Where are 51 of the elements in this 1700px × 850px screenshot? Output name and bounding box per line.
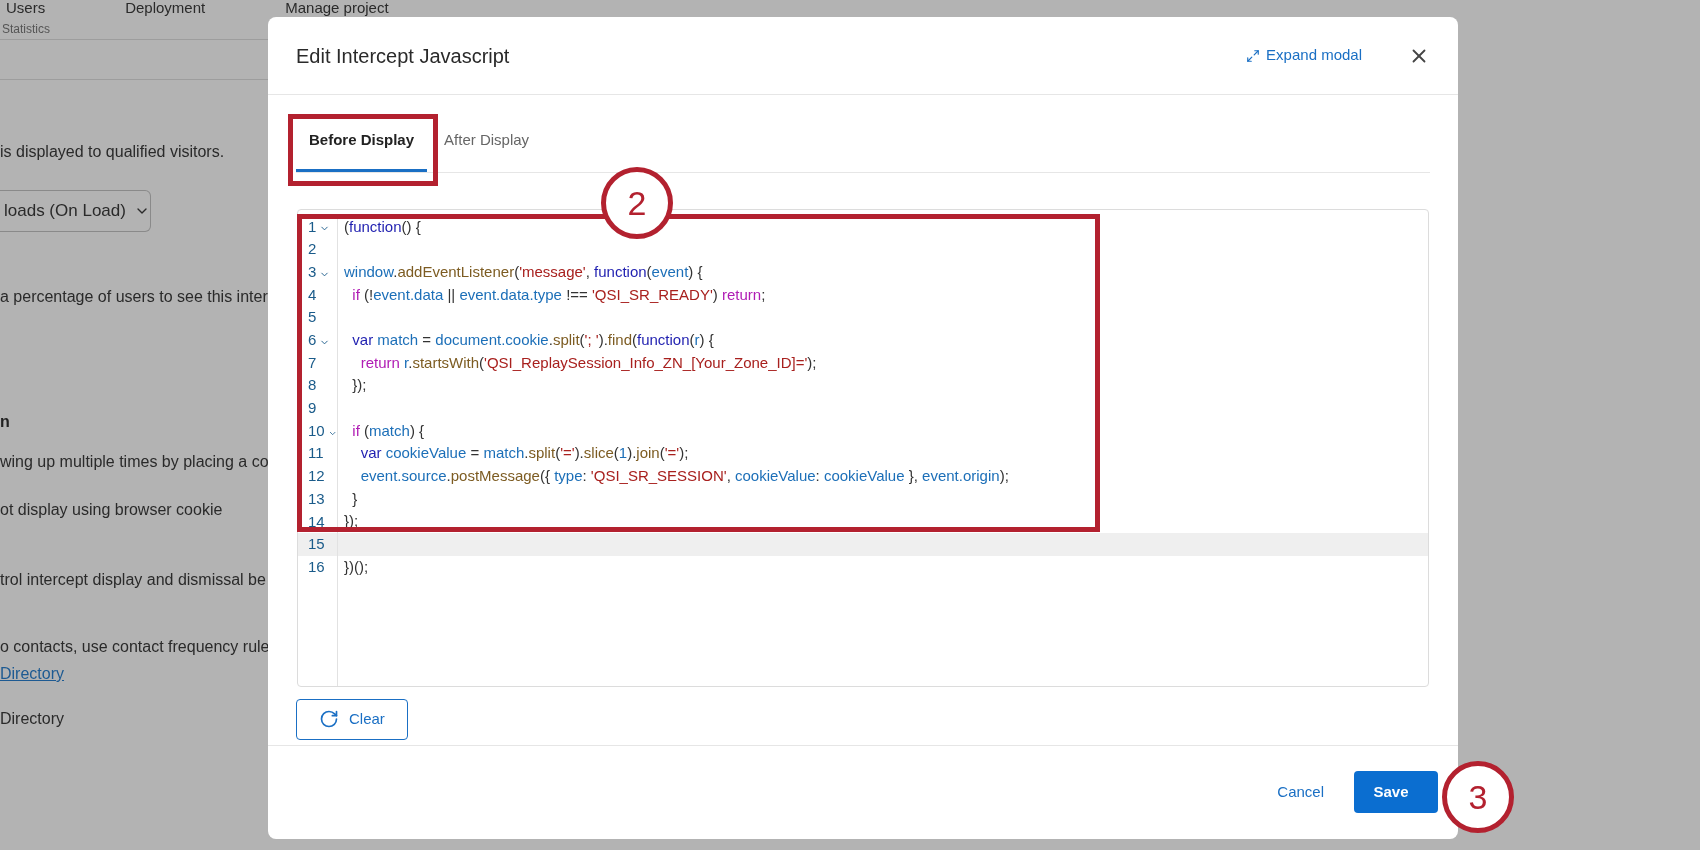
expand-icon xyxy=(1246,48,1261,63)
line-number: 9 xyxy=(308,398,317,419)
code-line: var cookieValue = match.split('=').slice(1).join('='); xyxy=(359,443,689,464)
line-number: 2 xyxy=(308,239,317,260)
line-number: 1 xyxy=(308,216,317,237)
description-text: trol intercept display and dismissal be xyxy=(0,571,266,588)
line-number: 13 xyxy=(308,488,325,509)
cancel-button[interactable]: Cancel xyxy=(1277,781,1324,804)
expand-modal-button[interactable]: Expand modal xyxy=(1246,44,1362,67)
description-text: wing up multiple times by placing a co xyxy=(0,453,269,470)
section-heading: n xyxy=(0,413,10,430)
save-button[interactable]: Save xyxy=(1354,771,1438,814)
code-line: event.source.postMessage({ type: 'QSI_SR_SESSION', cookieValue: cookieValue }, event.origin); xyxy=(359,466,1009,487)
line-number: 12 xyxy=(308,466,325,487)
code-line: }); xyxy=(351,375,367,396)
step-badge: 3 xyxy=(1442,761,1514,833)
line-number: 5 xyxy=(308,307,317,328)
refresh-icon xyxy=(319,709,339,729)
trigger-dropdown[interactable]: loads (On Load) xyxy=(0,190,151,232)
line-number: 8 xyxy=(308,375,317,396)
code-line: })(); xyxy=(343,556,369,577)
nav-tab[interactable]: Deployment xyxy=(125,0,206,16)
directory-link[interactable]: Directory xyxy=(0,665,64,682)
nav-tab[interactable]: Manage project xyxy=(285,0,389,16)
nav-tab[interactable]: Users xyxy=(6,0,46,16)
editor-tab[interactable]: After Display xyxy=(439,117,535,172)
code-line: window.addEventListener('message', function(event) { xyxy=(343,261,703,282)
modal-title: Edit Intercept Javascript xyxy=(296,43,510,69)
editor-tab[interactable]: Before Display xyxy=(296,117,428,172)
line-number: 10 xyxy=(308,420,325,441)
line-number: 15 xyxy=(308,534,325,555)
line-number: 6 xyxy=(308,330,317,351)
description-text: o contacts, use contact frequency rule xyxy=(0,638,270,655)
description-text: is displayed to qualified visitors. xyxy=(0,143,225,160)
line-number: 3 xyxy=(308,261,317,282)
code-line: return r.startsWith('QSI_ReplaySession_Info_ZN_[Your_Zone_ID]='); xyxy=(359,352,817,373)
description-text: ot display using browser cookie xyxy=(0,501,223,518)
code-line: if (!event.data || event.data.type !== 'QSI_SR_READY') return; xyxy=(351,284,766,305)
clear-button[interactable]: Clear xyxy=(296,698,408,740)
line-number: 11 xyxy=(308,443,324,464)
line-number: 16 xyxy=(308,556,325,577)
description-text: Directory xyxy=(0,710,64,727)
line-number: 14 xyxy=(308,511,325,532)
code-line: (function() { xyxy=(343,216,421,237)
code-line: if (match) { xyxy=(351,420,425,441)
line-number: 7 xyxy=(308,352,317,373)
code-line: var match = document.cookie.split('; ').find(function(r) { xyxy=(351,329,714,350)
line-number: 4 xyxy=(308,284,317,305)
subnav-tab[interactable]: Statistics xyxy=(0,22,50,36)
description-text: a percentage of users to see this inter xyxy=(0,288,268,305)
code-line: } xyxy=(351,488,358,509)
